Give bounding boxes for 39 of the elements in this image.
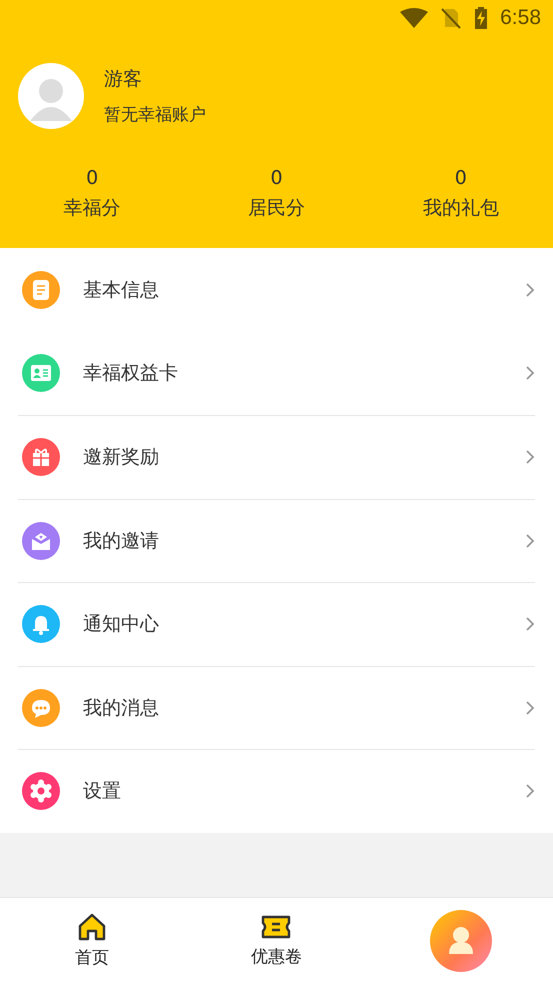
chevron-icon [525, 282, 535, 298]
menu-label: 邀新奖励 [83, 445, 160, 470]
menu-item[interactable]: 我的邀请 [18, 498, 535, 582]
stat-value: 0 [270, 167, 283, 189]
chevron-icon [525, 449, 535, 466]
no-sim-icon [440, 7, 462, 29]
menu-item[interactable]: 邀新奖励 [18, 415, 535, 498]
menu-label: 基本信息 [83, 278, 160, 303]
menu-label: 幸福权益卡 [83, 361, 179, 386]
chevron-icon [525, 616, 535, 632]
menu-item[interactable]: 基本信息 [18, 248, 535, 332]
profile-icon [430, 910, 492, 972]
account-status: 暂无幸福账户 [104, 104, 206, 126]
status-time: 6:58 [500, 6, 541, 30]
stat-label[interactable]: 幸福分 [64, 195, 121, 221]
nav-tab[interactable]: 首页 [75, 912, 110, 969]
menu-item[interactable]: 我的消息 [18, 666, 535, 749]
avatar-icon [18, 63, 84, 129]
user-name: 游客 [104, 67, 143, 92]
nav-tab[interactable] [430, 910, 492, 972]
nav-tab[interactable]: 优惠卷 [250, 913, 302, 968]
wifi-icon [400, 8, 428, 28]
stat-value: 0 [454, 167, 467, 189]
chevron-icon [525, 700, 535, 716]
stat-value: 0 [86, 167, 98, 189]
ticket-icon [260, 913, 292, 941]
menu-item[interactable]: 设置 [18, 749, 535, 832]
stat-label[interactable]: 居民分 [248, 195, 305, 221]
chevron-icon [525, 783, 535, 800]
menu-label: 我的消息 [83, 696, 160, 721]
chevron-icon [525, 365, 535, 382]
menu-item[interactable]: 幸福权益卡 [18, 332, 535, 415]
menu-label: 通知中心 [83, 612, 160, 638]
chevron-icon [525, 532, 535, 549]
stat-label[interactable]: 我的礼包 [422, 195, 499, 221]
menu-label: 我的邀请 [83, 528, 160, 554]
menu-item[interactable]: 通知中心 [18, 582, 535, 666]
menu-label: 设置 [83, 779, 122, 804]
battery-charging-icon [474, 7, 488, 29]
